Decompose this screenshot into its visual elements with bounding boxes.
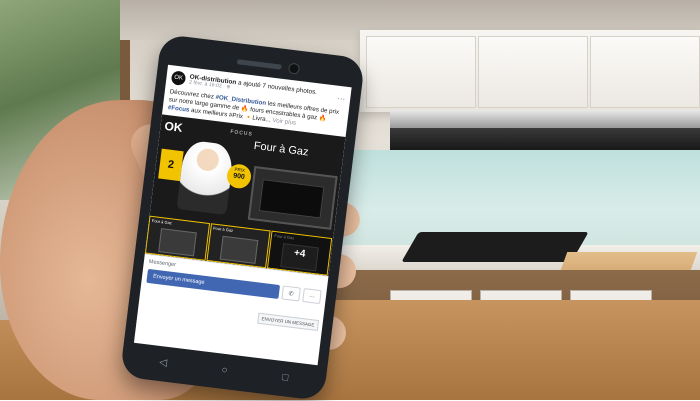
- smartphone: OK OK-distribution a ajouté 7 nouvelles …: [0, 0, 700, 401]
- photo-thumbnail[interactable]: Four à Gaz: [206, 223, 271, 269]
- front-camera: [287, 62, 301, 75]
- oven-window: [258, 179, 325, 219]
- page-avatar[interactable]: OK: [170, 70, 187, 86]
- phone-body: OK OK-distribution a ajouté 7 nouvelles …: [119, 33, 366, 401]
- home-icon[interactable]: ○: [221, 364, 228, 376]
- more-icon[interactable]: …: [302, 288, 322, 305]
- brand-label: FOCUS: [229, 129, 254, 138]
- cta-send-message-button[interactable]: ENVOYER UN MESSAGE: [256, 312, 320, 332]
- recent-apps-icon[interactable]: □: [282, 372, 289, 384]
- thumbnail-label: Four à Gaz: [212, 225, 234, 234]
- phone-screen: OK OK-distribution a ajouté 7 nouvelles …: [133, 64, 352, 366]
- ad-title: Four à Gaz: [253, 140, 310, 159]
- see-more-link[interactable]: Voir plus: [272, 116, 296, 126]
- oven-image: [219, 235, 259, 265]
- more-photos-count[interactable]: +4: [268, 232, 332, 275]
- more-options-icon[interactable]: ···: [337, 93, 346, 103]
- price-value: 900: [232, 172, 246, 182]
- photo-thumbnail[interactable]: Four à Gaz: [144, 215, 210, 262]
- hashtag-link[interactable]: #Focus: [167, 104, 189, 114]
- ad-image[interactable]: OK FOCUS Four à Gaz 2 PRIX 900 Four à Ga…: [144, 114, 346, 277]
- oven-image: [158, 228, 197, 257]
- speaker-grille: [236, 59, 282, 70]
- oven-image: [247, 166, 338, 231]
- back-icon[interactable]: ◁: [159, 356, 168, 368]
- ok-logo: OK: [163, 119, 184, 136]
- phone-icon[interactable]: ✆: [281, 285, 301, 302]
- thumbnail-label: Four à Gaz: [151, 218, 173, 226]
- photo-thumbnail[interactable]: Four à Gaz +4: [267, 230, 333, 277]
